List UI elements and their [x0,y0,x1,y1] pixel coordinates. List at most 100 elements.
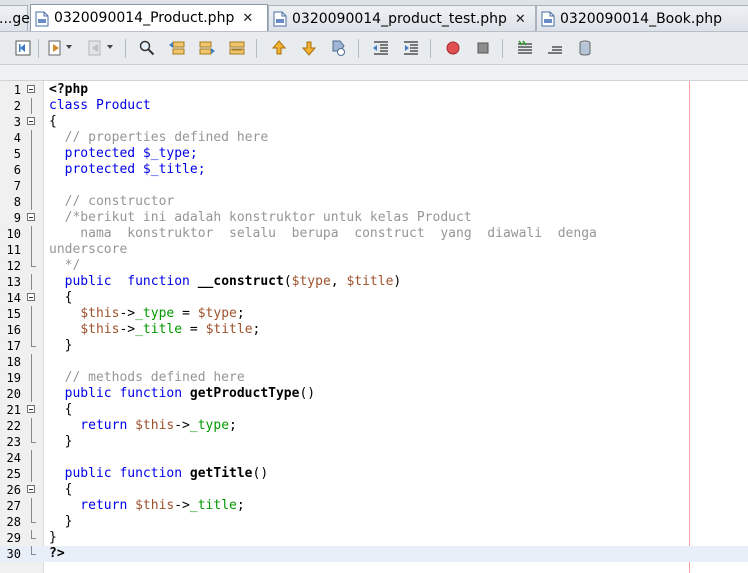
code-text: } [49,434,73,449]
tab-book-php[interactable]: 0320090014_Book.php [536,5,748,31]
code-line[interactable]: 29 } [0,530,748,546]
line-number: 5 [13,147,21,161]
tab-label: ...ge [0,10,30,27]
line-number: 15 [6,307,21,321]
forward-history-dropdown[interactable] [107,45,113,49]
line-number: 8 [13,195,21,209]
stop-macro-icon[interactable] [474,39,492,57]
code-line[interactable]: 22 return $this->_type; [0,418,748,434]
code-line[interactable]: 11 underscore [0,242,748,258]
code-line[interactable]: 26 { [0,482,748,498]
toolbar-separator [256,39,257,58]
toolbar-separator [430,39,431,58]
find-icon[interactable] [138,39,156,57]
code-line[interactable]: 3 { [0,114,748,130]
code-line[interactable]: 23 } [0,434,748,450]
back-history-icon[interactable] [46,39,64,57]
fold-toggle[interactable] [27,85,35,93]
code-text: } [49,514,73,529]
code-line[interactable]: 24 [0,450,748,466]
code-editor[interactable]: 1 <?php 2 class Product 3 { 4 // propert… [0,81,748,573]
code-text: { [49,402,73,417]
code-text: ?> [49,546,65,561]
find-previous-icon[interactable] [168,39,186,57]
line-number: 23 [6,435,21,449]
code-line[interactable]: 16 $this->_title = $title; [0,322,748,338]
code-line[interactable]: 1 <?php [0,82,748,98]
fold-toggle[interactable] [27,117,35,125]
code-line[interactable]: 8 // constructor [0,194,748,210]
tab-overflow[interactable]: ...ge [0,5,30,31]
previous-bookmark-icon[interactable] [270,39,288,57]
start-macro-icon[interactable] [444,39,462,57]
fold-end-marker [31,338,36,347]
code-text: protected $_type; [49,146,198,161]
code-line[interactable]: 7 [0,178,748,194]
shift-right-icon[interactable] [402,39,420,57]
code-line[interactable]: 27 return $this->_title; [0,498,748,514]
code-line[interactable]: 12 */ [0,258,748,274]
code-text: <?php [49,82,89,97]
fold-toggle[interactable] [27,405,35,413]
tab-product-php[interactable]: 0320090014_Product.php ✕ [30,4,268,31]
comment-icon[interactable] [516,39,534,57]
code-text: class Product [49,98,151,113]
toolbar-separator [125,39,126,58]
fold-end-marker [31,546,36,555]
database-icon[interactable] [576,39,594,57]
fold-toggle[interactable] [27,293,35,301]
code-line[interactable]: 5 protected $_type; [0,146,748,162]
code-line[interactable]: 21 { [0,402,748,418]
line-number: 24 [6,451,21,465]
line-number: 4 [13,131,21,145]
code-line[interactable]: 13 public function __construct($type, $t… [0,274,748,290]
code-line-current[interactable]: 30 ?> [0,546,748,562]
code-text: { [49,482,73,497]
last-edit-icon[interactable] [14,39,32,57]
shift-left-icon[interactable] [372,39,390,57]
code-line[interactable]: 14 { [0,290,748,306]
code-line[interactable]: 17 } [0,338,748,354]
code-line[interactable]: 25 public function getTitle() [0,466,748,482]
code-line[interactable]: 2 class Product [0,98,748,114]
code-text: // properties defined here [49,130,269,145]
php-file-icon [35,11,49,27]
fold-guide [31,242,32,258]
code-line[interactable]: 18 [0,354,748,370]
tab-label: 0320090014_product_test.php [292,10,507,27]
uncomment-icon[interactable] [546,39,564,57]
line-number: 17 [6,339,21,353]
code-line[interactable]: 9 /*berikut ini adalah konstruktor untuk… [0,210,748,226]
forward-history-icon[interactable] [86,39,104,57]
code-line[interactable]: 10 nama konstruktor selalu berupa constr… [0,226,748,242]
toggle-bookmark-icon[interactable] [330,39,348,57]
fold-guide [31,98,32,114]
fold-guide [31,306,32,322]
line-number: 1 [13,83,21,97]
code-line[interactable]: 6 protected $_title; [0,162,748,178]
tab-label: 0320090014_Book.php [560,10,723,27]
tab-product-test-php[interactable]: 0320090014_product_test.php ✕ [268,5,536,31]
close-icon[interactable]: ✕ [515,12,526,27]
line-number: 6 [13,163,21,177]
close-icon[interactable]: ✕ [242,11,253,26]
fold-end-marker [31,514,36,523]
code-text: nama konstruktor selalu berupa construct… [49,226,597,241]
line-number: 14 [6,291,21,305]
next-bookmark-icon[interactable] [300,39,318,57]
fold-guide [31,354,32,370]
code-line[interactable]: 19 // methods defined here [0,370,748,386]
fold-toggle[interactable] [27,485,35,493]
toggle-highlight-icon[interactable] [228,39,246,57]
code-line[interactable]: 15 $this->_type = $type; [0,306,748,322]
code-text: return $this->_type; [49,418,237,433]
editor-tab-bar: ...ge 0320090014_Product.php ✕ 032009001… [0,0,748,32]
code-line[interactable]: 28 } [0,514,748,530]
line-number: 2 [13,99,21,113]
find-next-icon[interactable] [198,39,216,57]
back-history-dropdown[interactable] [66,45,72,49]
code-line[interactable]: 20 public function getProductType() [0,386,748,402]
fold-toggle[interactable] [27,213,35,221]
code-line[interactable]: 4 // properties defined here [0,130,748,146]
line-number: 9 [13,211,21,225]
